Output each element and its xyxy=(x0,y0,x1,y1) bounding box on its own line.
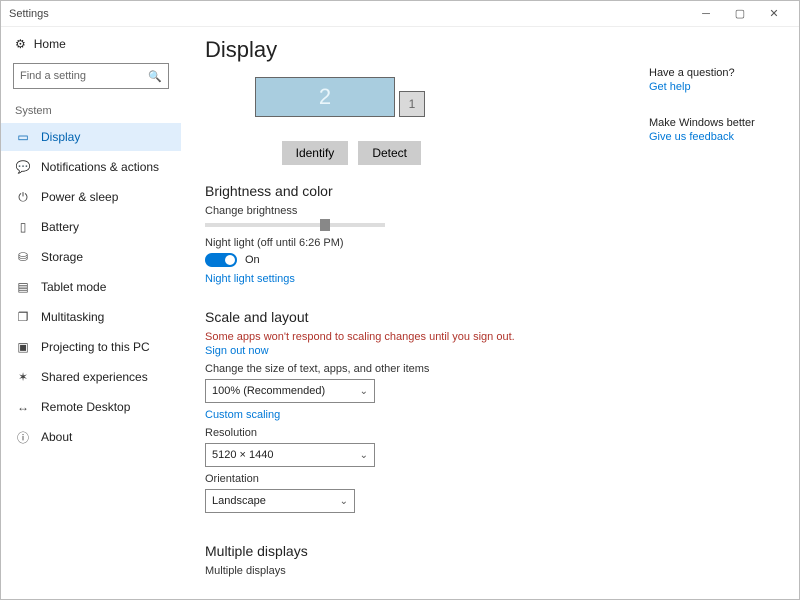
get-help-link[interactable]: Get help xyxy=(649,81,789,93)
give-feedback-link[interactable]: Give us feedback xyxy=(649,131,789,143)
brightness-slider[interactable] xyxy=(205,223,385,227)
change-brightness-label: Change brightness xyxy=(205,205,631,217)
slider-thumb[interactable] xyxy=(320,219,330,231)
page-title: Display xyxy=(205,37,631,63)
search-input[interactable]: Find a setting 🔍 xyxy=(13,63,169,89)
sidebar-item-projecting[interactable]: ▣ Projecting to this PC xyxy=(1,333,181,361)
sidebar-item-label: Tablet mode xyxy=(41,280,106,294)
sign-out-now-link[interactable]: Sign out now xyxy=(205,345,631,357)
night-light-label: Night light (off until 6:26 PM) xyxy=(205,237,631,249)
scale-value: 100% (Recommended) xyxy=(212,385,325,397)
sidebar-item-storage[interactable]: ⛁ Storage xyxy=(1,243,181,271)
brightness-color-heading: Brightness and color xyxy=(205,183,631,199)
sidebar-item-remote-desktop[interactable]: ↔ Remote Desktop xyxy=(1,393,181,421)
chevron-down-icon: ⌄ xyxy=(340,496,348,507)
minimize-button[interactable]: ─ xyxy=(689,3,723,25)
projecting-icon: ▣ xyxy=(15,339,31,355)
sidebar-item-power[interactable]: ⏻ Power & sleep xyxy=(1,183,181,211)
sidebar-item-label: Display xyxy=(41,130,80,144)
chevron-down-icon: ⌄ xyxy=(360,386,368,397)
sidebar-item-display[interactable]: ▭ Display xyxy=(1,123,181,151)
sidebar-group: System xyxy=(1,101,181,121)
display-icon: ▭ xyxy=(15,129,31,145)
sidebar-item-battery[interactable]: ▯ Battery xyxy=(1,213,181,241)
window-title: Settings xyxy=(9,8,49,20)
orientation-select[interactable]: Landscape ⌄ xyxy=(205,489,355,513)
help-panel: Have a question? Get help Make Windows b… xyxy=(649,27,799,599)
identify-button[interactable]: Identify xyxy=(282,141,349,165)
sidebar-item-label: About xyxy=(41,430,72,444)
orientation-label: Orientation xyxy=(205,473,631,485)
chevron-down-icon: ⌄ xyxy=(360,450,368,461)
scale-layout-heading: Scale and layout xyxy=(205,309,631,325)
storage-icon: ⛁ xyxy=(15,249,31,265)
sidebar-item-label: Remote Desktop xyxy=(41,400,130,414)
multiple-displays-heading: Multiple displays xyxy=(205,543,631,559)
sidebar-item-label: Shared experiences xyxy=(41,370,148,384)
main-content: Display 2 1 Identify Detect Brightness a… xyxy=(181,27,649,599)
sidebar-item-label: Power & sleep xyxy=(41,190,118,204)
resolution-value: 5120 × 1440 xyxy=(212,449,273,461)
home-button[interactable]: ⚙ Home xyxy=(1,33,181,55)
make-windows-better-label: Make Windows better xyxy=(649,117,789,129)
sidebar-item-label: Projecting to this PC xyxy=(41,340,150,354)
night-light-toggle[interactable] xyxy=(205,253,237,267)
close-button[interactable]: ✕ xyxy=(757,3,791,25)
battery-icon: ▯ xyxy=(15,219,31,235)
notifications-icon: 💬 xyxy=(15,159,31,175)
search-icon: 🔍 xyxy=(148,70,162,83)
sidebar-item-tablet[interactable]: ▤ Tablet mode xyxy=(1,273,181,301)
detect-button[interactable]: Detect xyxy=(358,141,421,165)
remote-desktop-icon: ↔ xyxy=(15,399,31,415)
custom-scaling-link[interactable]: Custom scaling xyxy=(205,409,631,421)
resolution-label: Resolution xyxy=(205,427,631,439)
sidebar-item-multitasking[interactable]: ❐ Multitasking xyxy=(1,303,181,331)
monitor-2[interactable]: 2 xyxy=(255,77,395,117)
monitor-arrange[interactable]: 2 1 xyxy=(255,77,631,117)
orientation-value: Landscape xyxy=(212,495,266,507)
sidebar-item-label: Storage xyxy=(41,250,83,264)
sidebar-item-shared[interactable]: ✶ Shared experiences xyxy=(1,363,181,391)
sidebar-item-label: Battery xyxy=(41,220,79,234)
titlebar: Settings ─ ▢ ✕ xyxy=(1,1,799,27)
have-question-label: Have a question? xyxy=(649,67,789,79)
gear-icon: ⚙ xyxy=(15,37,26,51)
multiple-displays-label: Multiple displays xyxy=(205,565,631,577)
multitasking-icon: ❐ xyxy=(15,309,31,325)
search-placeholder: Find a setting xyxy=(20,70,86,82)
scale-label: Change the size of text, apps, and other… xyxy=(205,363,631,375)
monitor-1[interactable]: 1 xyxy=(399,91,425,117)
about-icon: ⓘ xyxy=(15,429,31,445)
maximize-button[interactable]: ▢ xyxy=(723,3,757,25)
shared-icon: ✶ xyxy=(15,369,31,385)
home-label: Home xyxy=(34,37,66,51)
night-light-state: On xyxy=(245,254,260,266)
settings-window: Settings ─ ▢ ✕ ⚙ Home Find a setting 🔍 S… xyxy=(0,0,800,600)
toggle-knob xyxy=(225,255,235,265)
sidebar: ⚙ Home Find a setting 🔍 System ▭ Display… xyxy=(1,27,181,599)
tablet-icon: ▤ xyxy=(15,279,31,295)
sidebar-item-label: Multitasking xyxy=(41,310,104,324)
power-icon: ⏻ xyxy=(15,189,31,205)
resolution-select[interactable]: 5120 × 1440 ⌄ xyxy=(205,443,375,467)
night-light-settings-link[interactable]: Night light settings xyxy=(205,273,631,285)
sidebar-item-label: Notifications & actions xyxy=(41,160,159,174)
scale-select[interactable]: 100% (Recommended) ⌄ xyxy=(205,379,375,403)
sidebar-item-notifications[interactable]: 💬 Notifications & actions xyxy=(1,153,181,181)
sidebar-item-about[interactable]: ⓘ About xyxy=(1,423,181,451)
scale-warning: Some apps won't respond to scaling chang… xyxy=(205,331,631,343)
